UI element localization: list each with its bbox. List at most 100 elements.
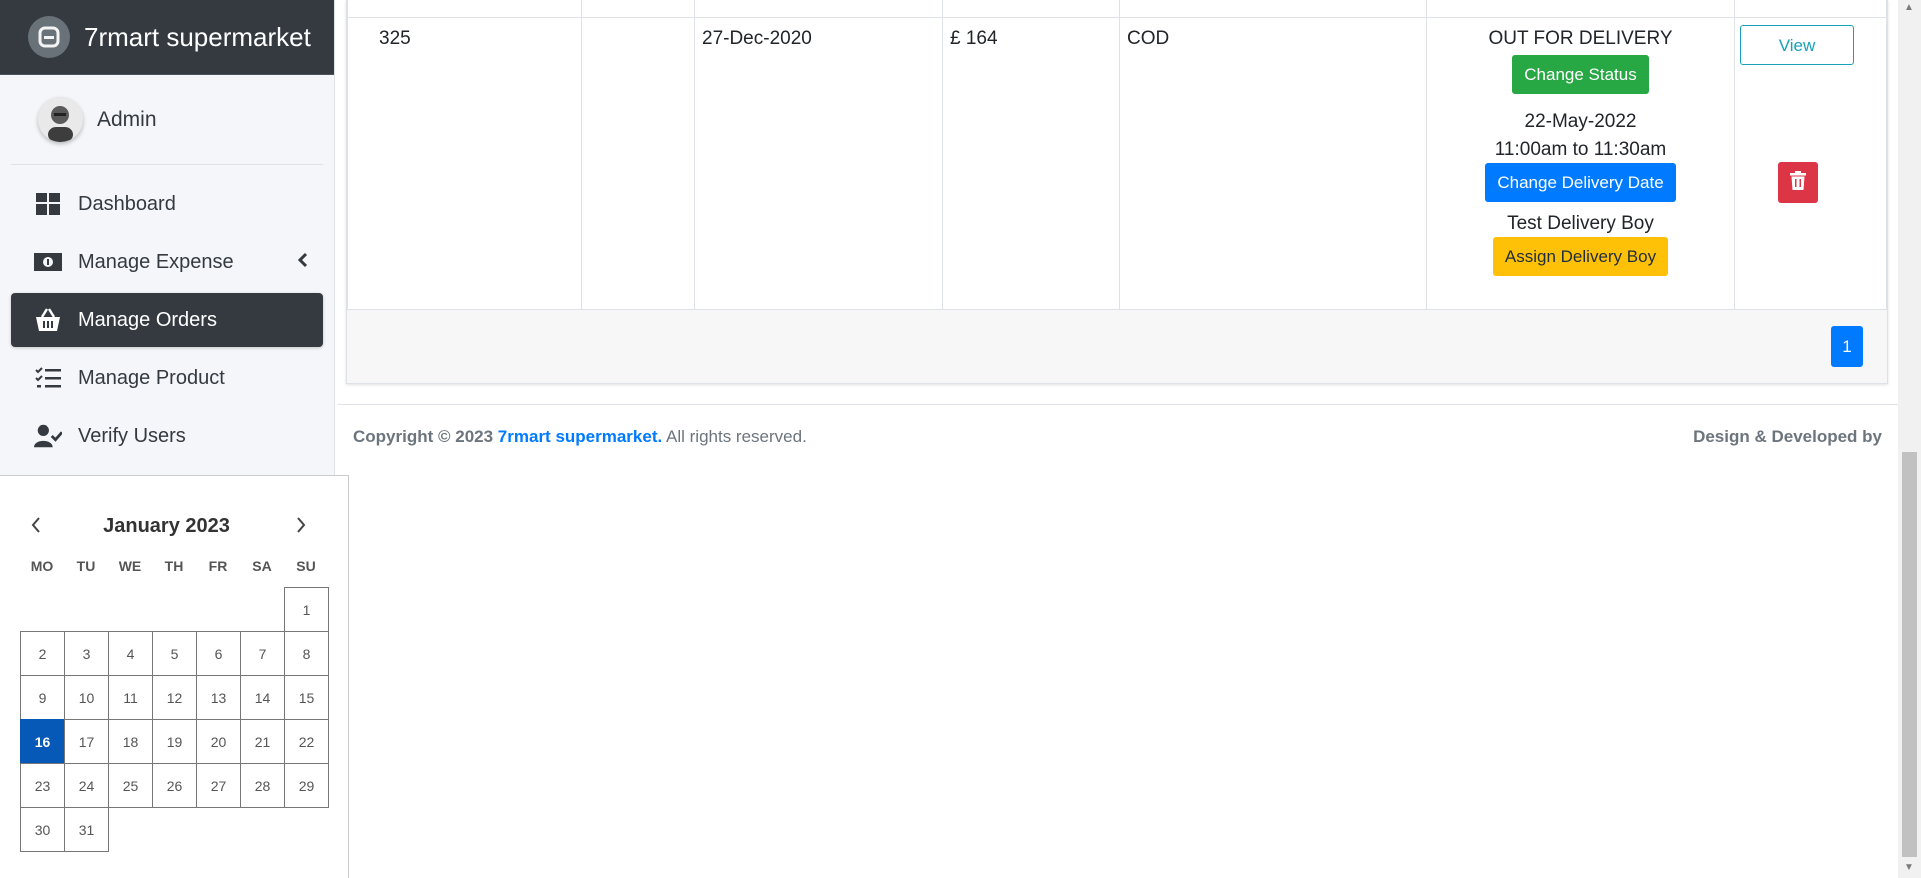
calendar-day[interactable]: 18 — [108, 719, 153, 764]
delete-button[interactable] — [1778, 162, 1818, 203]
calendar-day[interactable]: 3 — [64, 631, 109, 676]
brand-name: 7rmart supermarket — [84, 21, 311, 52]
order-amount: £ 164 — [950, 28, 998, 49]
footer-credits: Design & Developed by — [1693, 427, 1882, 446]
chevron-left-icon — [297, 251, 309, 275]
weekday-label: TU — [76, 558, 96, 574]
tasks-icon — [34, 364, 62, 392]
sidebar-item-label: Verify Users — [78, 424, 186, 447]
calendar-day[interactable]: 7 — [240, 631, 285, 676]
footer-brand-link[interactable]: 7rmart supermarket. — [498, 427, 662, 446]
weekday-label: WE — [118, 558, 142, 574]
sidebar-item-manage-product[interactable]: Manage Product — [11, 351, 323, 405]
sidebar-item-label: Manage Product — [78, 366, 225, 389]
date-picker-popup: January 2023 MO TU WE TH FR SA SU 123456… — [0, 475, 349, 878]
sidebar-item-verify-users[interactable]: Verify Users — [11, 409, 323, 463]
calendar-days-grid: 1 2 3 4 5 6 7 8 9 10 11 12 13 14 15 16 17 18 19 20 21 22 23 24 2… — [20, 587, 329, 852]
weekday-label: MO — [30, 558, 54, 574]
calendar-day[interactable]: 31 — [64, 807, 109, 852]
delivery-boy-name: Test Delivery Boy — [1507, 213, 1654, 234]
calendar-header: January 2023 — [0, 506, 349, 546]
copyright-text: Copyright © 2023 — [353, 427, 494, 446]
change-status-button[interactable]: Change Status — [1512, 55, 1649, 94]
payment-method: COD — [1127, 28, 1170, 49]
calendar-empty-cell — [64, 587, 109, 632]
sidebar-item-dashboard[interactable]: Dashboard — [11, 177, 323, 231]
pagination-page[interactable]: 1 — [1831, 326, 1863, 367]
user-panel[interactable]: Admin — [11, 75, 323, 165]
calendar-day[interactable]: 10 — [64, 675, 109, 720]
weekday-label: FR — [208, 558, 228, 574]
calendar-day[interactable]: 28 — [240, 763, 285, 808]
calendar-day[interactable]: 12 — [152, 675, 197, 720]
sidebar-item-manage-expense[interactable]: Manage Expense — [11, 235, 323, 289]
rights-text: All rights reserved. — [666, 427, 807, 446]
chevron-right-icon[interactable] — [295, 516, 307, 539]
calendar-month-title[interactable]: January 2023 — [0, 506, 341, 546]
calendar-empty-cell — [20, 587, 65, 632]
delivery-time: 11:00am to 11:30am — [1494, 139, 1667, 160]
user-name: Admin — [97, 107, 157, 131]
dashboard-icon — [34, 190, 62, 218]
calendar-day[interactable]: 23 — [20, 763, 65, 808]
scroll-down-icon[interactable]: ▼ — [1904, 862, 1914, 873]
scroll-up-icon[interactable]: ▲ — [1904, 2, 1914, 13]
calendar-day[interactable]: 21 — [240, 719, 285, 764]
calendar-day[interactable]: 1 — [284, 587, 329, 632]
brand-logo-icon — [28, 16, 70, 58]
calendar-empty-cell — [108, 587, 153, 632]
order-status: OUT FOR DELIVERY — [1488, 28, 1673, 49]
calendar-empty-cell — [240, 587, 285, 632]
calendar-empty-cell — [152, 587, 197, 632]
status-cell: OUT FOR DELIVERY Change Status 22-May-20… — [1427, 0, 1734, 276]
page: 7rmart supermarket Admin Dashboard Manag… — [0, 0, 1921, 878]
calendar-day[interactable]: 5 — [152, 631, 197, 676]
calendar-day[interactable]: 13 — [196, 675, 241, 720]
delivery-date: 22-May-2022 — [1524, 111, 1637, 132]
order-date: 27-Dec-2020 — [702, 28, 812, 49]
calendar-day[interactable]: 24 — [64, 763, 109, 808]
avatar — [38, 97, 83, 142]
sidebar-item-label: Dashboard — [78, 192, 176, 215]
sidebar-item-manage-orders[interactable]: Manage Orders — [11, 293, 323, 347]
calendar-day[interactable]: 9 — [20, 675, 65, 720]
calendar-day[interactable]: 8 — [284, 631, 329, 676]
calendar-day[interactable]: 26 — [152, 763, 197, 808]
weekday-label: SA — [252, 558, 272, 574]
table-row: 325 27-Dec-2020 £ 164 COD OUT FOR DELIVE… — [347, 0, 1887, 310]
trash-icon — [1790, 170, 1806, 195]
calendar-day[interactable]: 27 — [196, 763, 241, 808]
calendar-day-selected[interactable]: 16 — [20, 719, 65, 764]
change-delivery-date-button[interactable]: Change Delivery Date — [1485, 163, 1676, 202]
calendar-weekdays: MO TU WE TH FR SA SU — [20, 558, 328, 574]
calendar-empty-cell — [196, 587, 241, 632]
weekday-label: TH — [164, 558, 184, 574]
view-button[interactable]: View — [1740, 25, 1854, 65]
calendar-day[interactable]: 22 — [284, 719, 329, 764]
brand-link[interactable]: 7rmart supermarket — [0, 0, 334, 75]
calendar-day[interactable]: 25 — [108, 763, 153, 808]
calendar-day[interactable]: 14 — [240, 675, 285, 720]
calendar-day[interactable]: 11 — [108, 675, 153, 720]
sidebar-item-label: Manage Expense — [78, 250, 234, 273]
money-icon — [34, 248, 62, 276]
weekday-label: SU — [296, 558, 316, 574]
calendar-day[interactable]: 20 — [196, 719, 241, 764]
calendar-day[interactable]: 17 — [64, 719, 109, 764]
user-check-icon — [34, 422, 62, 450]
orders-card: 325 27-Dec-2020 £ 164 COD OUT FOR DELIVE… — [346, 0, 1888, 384]
calendar-day[interactable]: 6 — [196, 631, 241, 676]
sidebar-item-label: Manage Orders — [78, 308, 217, 331]
sidebar-nav: Dashboard Manage Expense Manage Orders M… — [0, 177, 334, 463]
vertical-scrollbar[interactable]: ▲ ▼ — [1898, 0, 1921, 878]
calendar-day[interactable]: 15 — [284, 675, 329, 720]
calendar-day[interactable]: 29 — [284, 763, 329, 808]
calendar-day[interactable]: 19 — [152, 719, 197, 764]
scrollbar-thumb[interactable] — [1902, 452, 1917, 857]
basket-icon — [34, 306, 62, 334]
calendar-day[interactable]: 4 — [108, 631, 153, 676]
calendar-day[interactable]: 2 — [20, 631, 65, 676]
assign-delivery-boy-button[interactable]: Assign Delivery Boy — [1492, 237, 1669, 276]
order-id: 325 — [379, 28, 411, 49]
calendar-day[interactable]: 30 — [20, 807, 65, 852]
